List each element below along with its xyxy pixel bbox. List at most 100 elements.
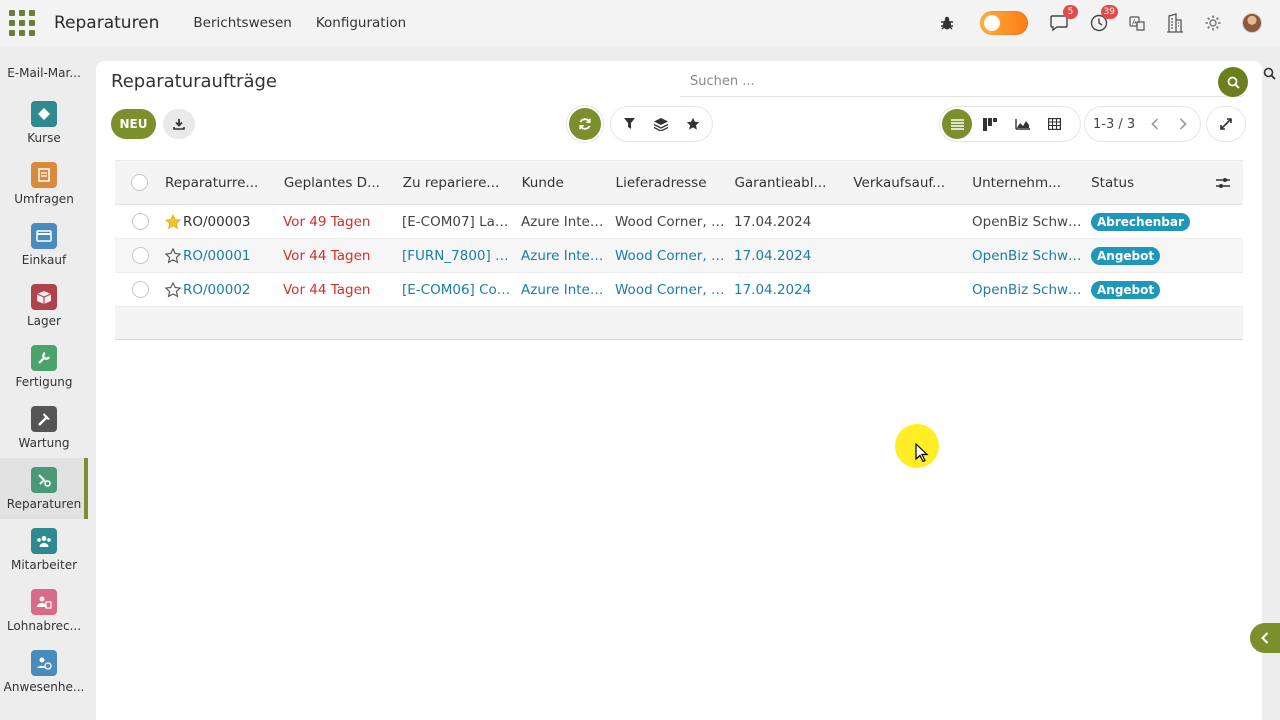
new-button[interactable]: NEU (111, 109, 156, 139)
bug-icon[interactable] (936, 12, 958, 34)
cell-company: OpenBiz Schweiz (972, 281, 1088, 298)
messages-icon[interactable]: 5 (1048, 5, 1078, 34)
cell-reference: RO/00003 (183, 213, 251, 230)
pager-previous-button[interactable] (1141, 107, 1169, 141)
sidebar-item-einkauf[interactable]: Einkauf (0, 214, 88, 275)
courses-icon (31, 100, 57, 127)
priority-star-icon[interactable] (165, 281, 183, 298)
purchase-icon (31, 222, 57, 249)
cell-warranty: 17.04.2024 (734, 213, 812, 230)
list-view-button[interactable] (942, 109, 972, 139)
fullscreen-button[interactable] (1211, 107, 1241, 141)
priority-star-icon[interactable] (165, 213, 183, 230)
priority-star-icon[interactable] (165, 247, 183, 264)
cell-scheduled-date: Vor 44 Tagen (283, 247, 371, 264)
cell-company: OpenBiz Schweiz (972, 247, 1088, 264)
messages-count-badge: 5 (1063, 5, 1078, 19)
manufacturing-icon (31, 344, 57, 371)
column-header-customer[interactable]: Kunde (522, 175, 616, 191)
table-grid-icon (1047, 118, 1061, 130)
graph-view-button[interactable] (1006, 107, 1038, 141)
sidebar-item-label: Lager (27, 313, 61, 328)
cell-warranty: 17.04.2024 (734, 281, 812, 298)
sliders-icon (1216, 177, 1230, 188)
pager-value[interactable]: 1-3 / 3 (1085, 117, 1141, 132)
sidebar-item-wartung[interactable]: Wartung (0, 397, 88, 458)
app-switcher-icon[interactable] (9, 10, 35, 36)
sidebar-item-email-marketing[interactable]: E-Mail-Mar... (0, 60, 88, 86)
kanban-view-button[interactable] (974, 107, 1006, 141)
main-content: Reparaturaufträge NEU (96, 61, 1276, 720)
inventory-icon (31, 283, 57, 310)
column-header-warranty[interactable]: Garantieabl... (734, 175, 853, 191)
column-header-sale-order[interactable]: Verkaufsauf... (853, 175, 972, 191)
column-header-status[interactable]: Status (1091, 175, 1203, 191)
cell-status: Abrechenbar (1091, 212, 1203, 231)
pager-next-button[interactable] (1169, 107, 1197, 141)
table-row[interactable]: RO/00003 Vor 49 Tagen [E-COM07] Large Ca… (115, 205, 1243, 239)
refresh-icon (579, 118, 591, 130)
app-title[interactable]: Reparaturen (54, 13, 159, 33)
translate-icon[interactable]: A (1126, 12, 1148, 34)
theme-toggle[interactable] (980, 11, 1028, 35)
column-header-product[interactable]: Zu repariere... (403, 175, 522, 191)
sidebar-item-fertigung[interactable]: Fertigung (0, 336, 88, 397)
column-header-scheduled-date[interactable]: Geplantes D... (284, 175, 403, 191)
table-row[interactable]: RO/00002 Vor 44 Tagen [E-COM06] Corner D… (115, 273, 1243, 307)
optional-columns-toggle[interactable] (1203, 177, 1243, 189)
sidebar-item-anwesenheiten[interactable]: Anwesenhe... (0, 641, 88, 702)
group-by-button[interactable] (645, 107, 677, 141)
sidebar-item-label: Einkauf (21, 252, 67, 267)
status-badge: Angebot (1091, 246, 1161, 265)
pivot-view-button[interactable] (1038, 107, 1070, 141)
cell-delivery-address: Wood Corner, Willie Burke (615, 281, 734, 298)
cell-status: Angebot (1091, 246, 1203, 265)
column-header-delivery-address[interactable]: Lieferadresse (616, 175, 735, 191)
row-checkbox[interactable] (131, 281, 149, 298)
cell-company: OpenBiz Schweiz (972, 213, 1088, 230)
sidebar-item-lohnabrechnung[interactable]: Lohnabrec... (0, 580, 88, 641)
column-header-company[interactable]: Unternehm... (972, 175, 1091, 191)
settings-gear-icon[interactable] (1202, 12, 1224, 34)
row-checkbox[interactable] (131, 213, 149, 230)
select-all-cell (115, 174, 165, 191)
activities-count-badge: 39 (1100, 5, 1118, 19)
row-select-cell (115, 247, 165, 264)
sidebar-item-label: Reparaturen (6, 496, 82, 511)
cell-customer: Azure Interior (521, 281, 613, 298)
row-checkbox[interactable] (131, 247, 149, 264)
filter-button[interactable] (613, 107, 645, 141)
download-button[interactable] (163, 109, 195, 139)
chatter-expand-button[interactable] (1250, 623, 1280, 653)
menu-konfiguration[interactable]: Konfiguration (316, 15, 406, 31)
refresh-button[interactable] (569, 108, 601, 140)
menu-berichtswesen[interactable]: Berichtswesen (193, 15, 291, 31)
sidebar-item-umfragen[interactable]: Umfragen (0, 153, 88, 214)
column-header-reference[interactable]: Reparaturre... (165, 175, 284, 191)
attendance-icon (31, 649, 57, 676)
sidebar-item-lager[interactable]: Lager (0, 275, 88, 336)
user-avatar[interactable] (1242, 13, 1262, 33)
activity-clock-icon[interactable]: 39 (1088, 5, 1118, 34)
cell-delivery-address: Wood Corner, Willie Burke (615, 247, 734, 264)
employees-icon (31, 527, 57, 554)
favorites-button[interactable] (677, 107, 709, 141)
search-input[interactable] (680, 67, 1242, 96)
company-building-icon[interactable] (1164, 12, 1186, 34)
view-switcher (939, 106, 1081, 142)
sidebar-item-reparaturen[interactable]: Reparaturen (0, 458, 88, 519)
area-chart-icon (1014, 119, 1030, 130)
cell-scheduled-date: Vor 44 Tagen (283, 281, 371, 298)
sidebar-item-label: Fertigung (15, 374, 73, 389)
sidebar-item-label: Umfragen (14, 191, 74, 206)
select-all-checkbox[interactable] (131, 174, 149, 191)
table-row[interactable]: RO/00001 Vor 44 Tagen [FURN_7800] Desk C… (115, 239, 1243, 273)
sidebar-item-kurse[interactable]: Kurse (0, 92, 88, 153)
apps-sidebar: E-Mail-Mar... Kurse Umfragen Einkauf Lag… (0, 60, 88, 720)
search-button[interactable] (1218, 67, 1248, 97)
page-title: Reparaturaufträge (111, 71, 277, 92)
layers-icon (654, 117, 668, 131)
sidebar-item-mitarbeiter[interactable]: Mitarbeiter (0, 519, 88, 580)
zoom-search-icon[interactable] (1260, 63, 1278, 83)
status-badge: Angebot (1091, 280, 1161, 299)
